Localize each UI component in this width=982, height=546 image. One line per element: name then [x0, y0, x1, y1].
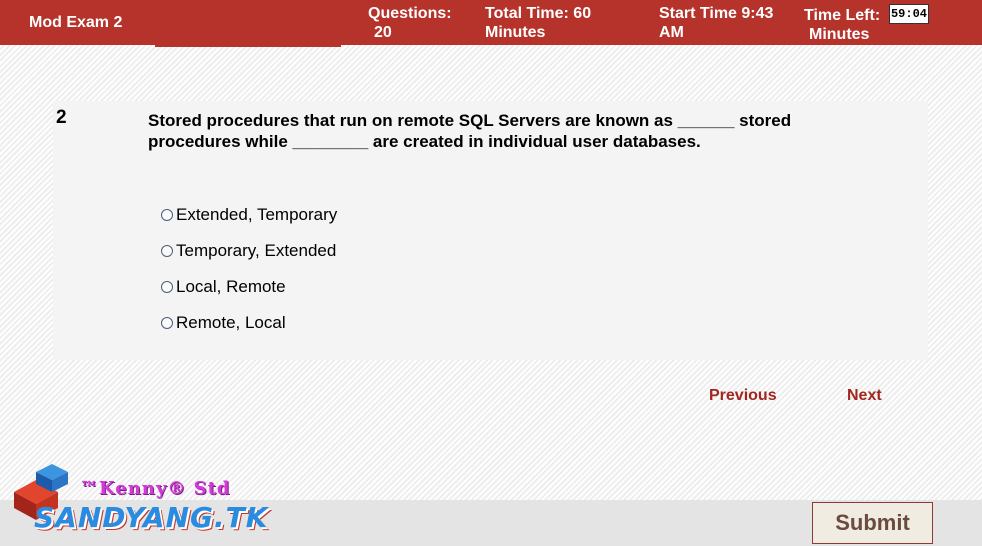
answer-option-label: Remote, Local	[176, 313, 286, 332]
time-left: Time Left: Minutes	[804, 6, 880, 44]
questions-count: Questions: 20	[368, 4, 452, 42]
answer-option[interactable]: Temporary, Extended	[161, 233, 337, 269]
time-left-label: Time Left:	[804, 7, 881, 24]
start-time: Start Time 9:43 AM	[659, 4, 773, 42]
exam-header-bar: Mod Exam 2 Questions: 20 Total Time: 60 …	[0, 0, 982, 45]
radio-button[interactable]	[161, 281, 173, 293]
total-time-label: Total Time: 60	[485, 5, 592, 22]
question-text: Stored procedures that run on remote SQL…	[148, 111, 792, 151]
answer-option-label: Local, Remote	[176, 277, 286, 296]
answer-option-label: Extended, Temporary	[176, 205, 338, 224]
submit-button[interactable]: Submit	[812, 502, 933, 544]
next-link[interactable]: Next	[847, 387, 882, 405]
answer-options: Extended, Temporary Temporary, Extended …	[161, 197, 337, 341]
logo-brand: SANDYANG.TK	[34, 501, 269, 534]
questions-label: Questions:	[368, 5, 452, 22]
start-time-label: Start Time 9:43	[659, 5, 774, 22]
time-left-unit: Minutes	[809, 26, 870, 43]
answer-option[interactable]: Remote, Local	[161, 305, 337, 341]
answer-option[interactable]: Extended, Temporary	[161, 197, 337, 233]
question-panel: 2 Stored procedures that run on remote S…	[53, 101, 928, 360]
answer-option[interactable]: Local, Remote	[161, 269, 337, 305]
radio-button[interactable]	[161, 209, 173, 221]
radio-button[interactable]	[161, 245, 173, 257]
exam-title: Mod Exam 2	[29, 14, 123, 31]
start-time-ampm: AM	[659, 24, 684, 41]
radio-button[interactable]	[161, 317, 173, 329]
answer-option-label: Temporary, Extended	[176, 241, 337, 260]
brand-logo: ™Kenny® Std SANDYANG.TK	[6, 462, 267, 542]
countdown-timer: 59:04	[889, 4, 929, 24]
question-number: 2	[56, 107, 67, 128]
header-tab-indicator	[155, 45, 341, 47]
logo-tagline: ™Kenny® Std	[80, 478, 231, 499]
total-time-unit: Minutes	[485, 24, 546, 41]
questions-value: 20	[374, 24, 392, 41]
total-time: Total Time: 60 Minutes	[485, 4, 591, 42]
previous-link[interactable]: Previous	[709, 387, 777, 405]
